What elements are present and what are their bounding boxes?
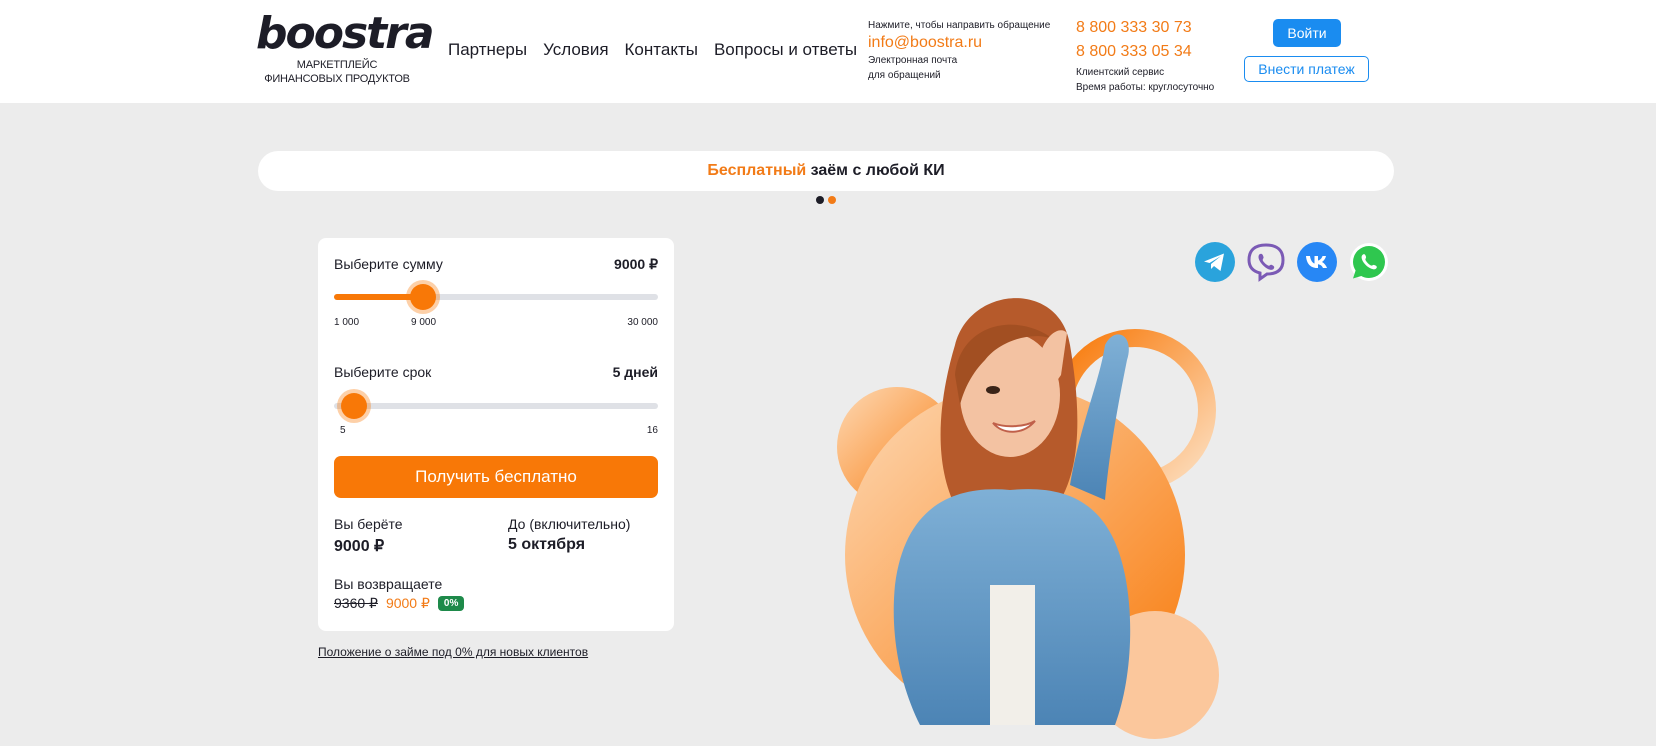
amount-min-tick: 1 000 bbox=[334, 317, 360, 328]
whatsapp-icon[interactable] bbox=[1349, 242, 1389, 282]
login-button[interactable]: Войти bbox=[1273, 19, 1341, 47]
hours-caption: Время работы: круглосуточно bbox=[1076, 82, 1215, 93]
amount-max-tick: 30 000 bbox=[627, 317, 658, 328]
term-label: Выберите срок bbox=[334, 364, 432, 380]
make-payment-button[interactable]: Внести платеж bbox=[1244, 56, 1369, 82]
amount-label: Выберите сумму bbox=[334, 256, 443, 272]
term-value: 5 дней bbox=[612, 364, 658, 380]
loan-terms-link[interactable]: Положение о займе под 0% для новых клиен… bbox=[318, 645, 588, 659]
term-slider-handle[interactable] bbox=[341, 393, 367, 419]
term-max-tick: 16 bbox=[646, 425, 658, 436]
logo-subtitle-line-1: МАРКЕТПЛЕЙС bbox=[296, 59, 378, 71]
nav-partners[interactable]: Партнеры bbox=[448, 40, 527, 60]
term-min-tick: 5 bbox=[340, 425, 346, 436]
rate-badge: 0% bbox=[437, 596, 465, 611]
email-hint: Нажмите, чтобы направить обращение bbox=[868, 20, 1051, 31]
term-header: Выберите срок 5 дней bbox=[334, 364, 658, 380]
until-label: До (включительно) bbox=[508, 516, 631, 532]
promo-banner[interactable]: Бесплатный заём с любой КИ bbox=[258, 151, 1394, 191]
take-amount-block: Вы берёте 9000 ₽ bbox=[334, 516, 403, 556]
phone-link-2[interactable]: 8 800 333 05 34 bbox=[1076, 40, 1214, 64]
take-label: Вы берёте bbox=[334, 516, 403, 532]
amount-slider-handle[interactable] bbox=[410, 284, 436, 310]
email-caption-1: Электронная почта bbox=[868, 55, 958, 66]
nav-faq[interactable]: Вопросы и ответы bbox=[714, 40, 857, 60]
banner-accent-text: Бесплатный bbox=[707, 162, 807, 179]
email-contact-block: Нажмите, чтобы направить обращение info@… bbox=[868, 20, 1050, 82]
telegram-icon[interactable] bbox=[1195, 242, 1235, 282]
viber-icon[interactable] bbox=[1246, 242, 1286, 282]
phone-link-1[interactable]: 8 800 333 30 73 bbox=[1076, 16, 1214, 40]
amount-slider[interactable] bbox=[334, 284, 658, 310]
pagination-dot-1[interactable] bbox=[816, 196, 824, 204]
amount-current-tick: 9 000 bbox=[411, 317, 437, 328]
take-value: 9000 ₽ bbox=[334, 538, 385, 555]
service-caption: Клиентский сервис bbox=[1076, 67, 1165, 78]
new-price: 9000 ₽ bbox=[385, 595, 430, 611]
old-price: 9360 ₽ bbox=[334, 595, 378, 611]
main-nav: Партнеры Условия Контакты Вопросы и отве… bbox=[448, 40, 857, 60]
nav-contacts[interactable]: Контакты bbox=[625, 40, 698, 60]
logo-subtitle-line-2: ФИНАНСОВЫХ ПРОДУКТОВ bbox=[264, 73, 410, 85]
amount-header: Выберите сумму 9000 ₽ bbox=[334, 256, 658, 273]
hero-illustration bbox=[837, 298, 1219, 739]
banner-pagination bbox=[816, 196, 836, 204]
get-loan-button[interactable]: Получить бесплатно bbox=[334, 456, 658, 498]
return-amount-line: 9360 ₽ 9000 ₽ 0% bbox=[334, 595, 465, 612]
until-value: 5 октября bbox=[508, 536, 586, 553]
logo[interactable]: boostra МАРКЕТПЛЕЙС ФИНАНСОВЫХ ПРОДУКТОВ bbox=[256, 8, 435, 86]
nav-conditions[interactable]: Условия bbox=[543, 40, 608, 60]
due-date-block: До (включительно) 5 октября bbox=[508, 516, 630, 554]
vk-icon[interactable] bbox=[1297, 242, 1337, 282]
site-header: boostra МАРКЕТПЛЕЙС ФИНАНСОВЫХ ПРОДУКТОВ… bbox=[0, 0, 1656, 103]
amount-value: 9000 ₽ bbox=[614, 256, 658, 272]
logo-wordmark: boostra bbox=[256, 8, 435, 59]
pagination-dot-2[interactable] bbox=[828, 196, 836, 204]
banner-text: заём с любой КИ bbox=[806, 162, 945, 179]
email-link[interactable]: info@boostra.ru bbox=[868, 34, 1050, 52]
phone-contact-block: 8 800 333 30 73 8 800 333 05 34 Клиентск… bbox=[1076, 16, 1214, 94]
email-caption-2: для обращений bbox=[868, 70, 941, 81]
return-label: Вы возвращаете bbox=[334, 576, 443, 592]
loan-calculator: Выберите сумму 9000 ₽ 1 000 9 000 30 000… bbox=[318, 238, 674, 631]
term-slider[interactable] bbox=[334, 393, 658, 419]
